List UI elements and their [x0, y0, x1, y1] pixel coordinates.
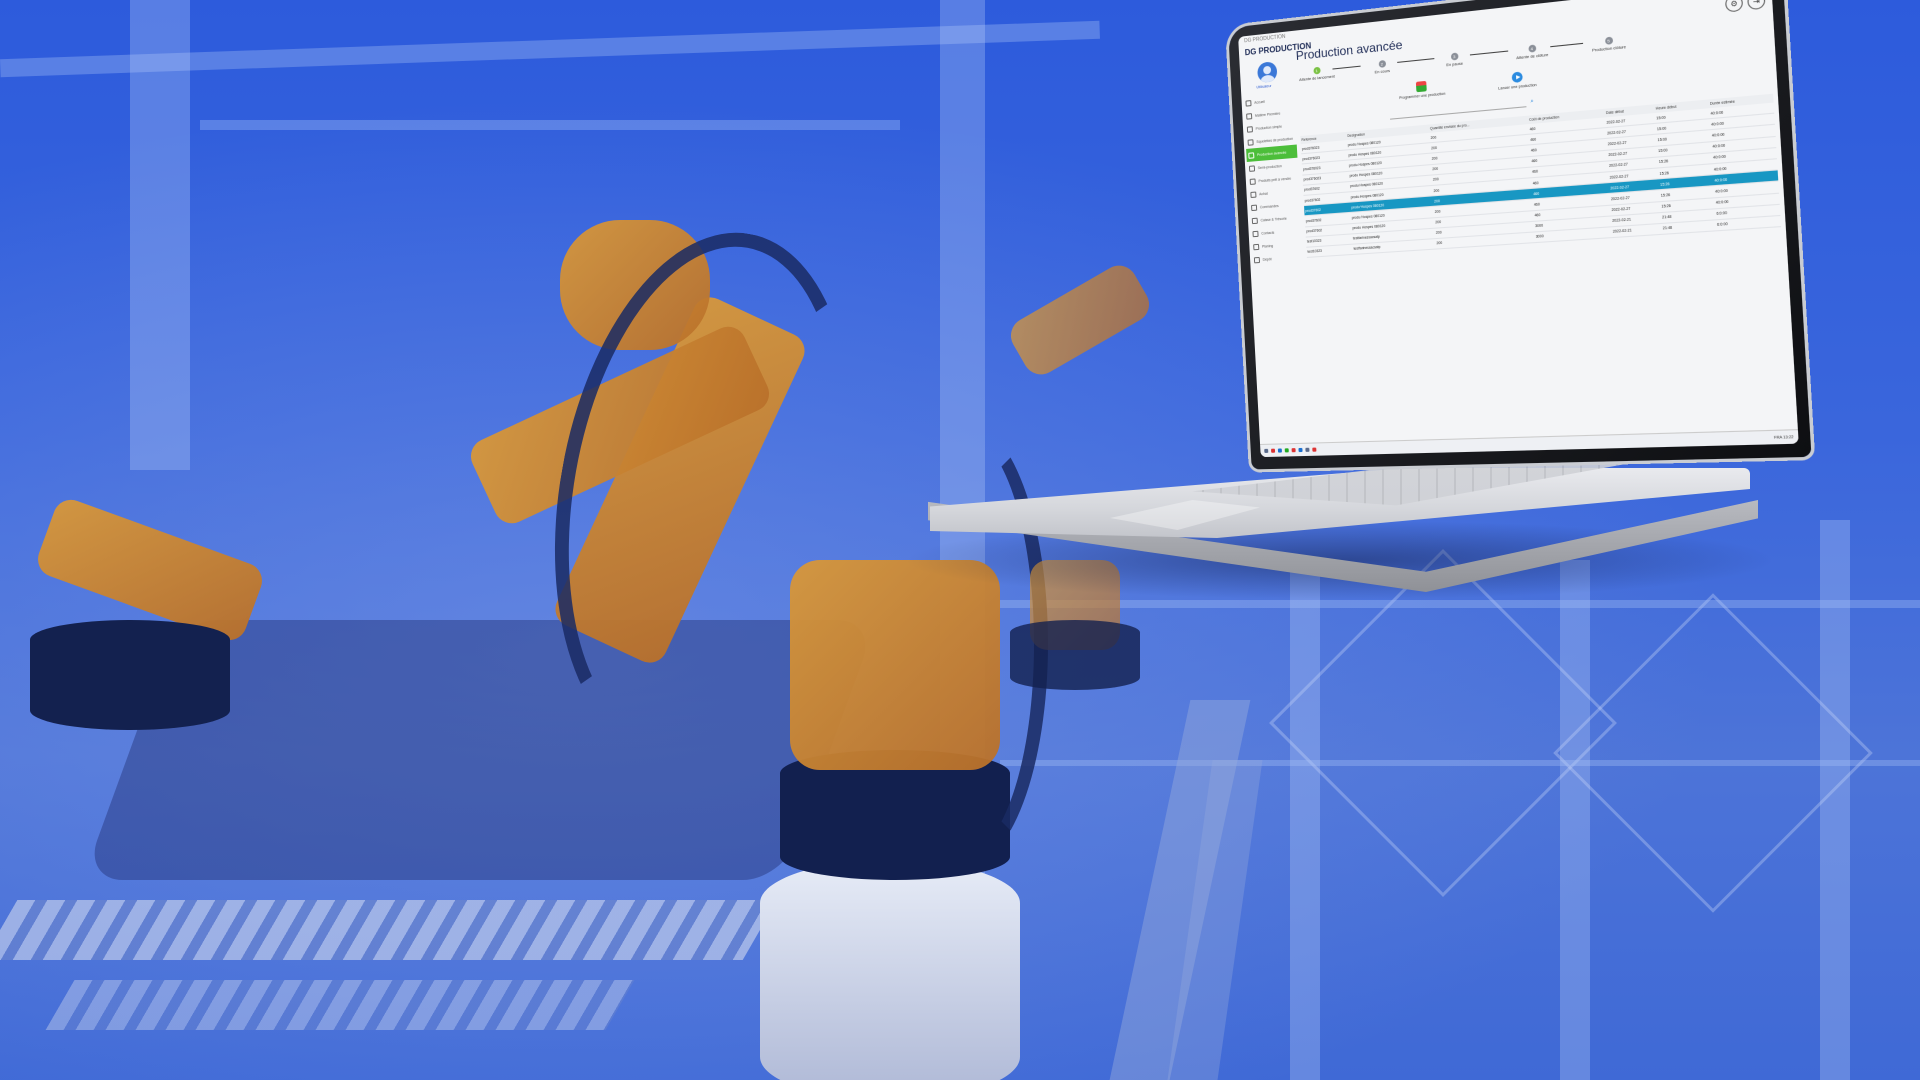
main-content: Production avancée ⚙ ⇥ 1 Attente de lance…: [1295, 0, 1793, 441]
sidebar-nav: Accueil Matière Première Production simp…: [1243, 92, 1303, 267]
conveyor-rail: [46, 980, 635, 1030]
sidebar-item-label: Planing: [1262, 243, 1273, 248]
play-icon: [1248, 152, 1254, 159]
sidebar-item-label: Matière Première: [1255, 111, 1281, 117]
table-cell: 2022-02-21: [1611, 223, 1662, 237]
step-label: En cours: [1352, 67, 1413, 77]
sidebar-item-label: Production simple: [1256, 124, 1282, 130]
avatar[interactable]: [1257, 61, 1278, 83]
user-name: Utilisateur: [1256, 84, 1271, 90]
taskbar-clock[interactable]: FRA 13:22: [1774, 435, 1794, 440]
scaffold-rail: [1000, 600, 1920, 608]
table-body: prod376023 produ Hospes 080120 200 460 2022-…: [1301, 103, 1781, 258]
laptop-lid: DG PRODUCTION — ▢ ✕ DG PRODUCTION Utilis…: [1228, 0, 1812, 469]
list-icon: [1251, 204, 1257, 210]
app-icon[interactable]: [1285, 448, 1289, 452]
scaffold-rail: [1000, 760, 1920, 766]
play-icon: [1511, 71, 1522, 83]
pillar: [1560, 560, 1590, 1080]
cart-icon: [1250, 191, 1256, 197]
sidebar-item-label: Dépôt: [1263, 257, 1272, 262]
step-number: 5: [1604, 37, 1612, 45]
step-number: 2: [1378, 60, 1386, 68]
step-number: 3: [1450, 53, 1458, 61]
app-icon[interactable]: [1312, 448, 1316, 452]
conveyor-rail: [0, 900, 777, 960]
search-icon[interactable]: ⌕: [1530, 98, 1533, 105]
laptop-screen: DG PRODUCTION — ▢ ✕ DG PRODUCTION Utilis…: [1238, 0, 1799, 457]
gear-icon: ⚙: [1730, 0, 1738, 8]
sidebar-item-label: Squelettes de production: [1256, 136, 1293, 143]
gear-icon: [1249, 165, 1255, 172]
step-number: 4: [1528, 45, 1536, 53]
warehouse-icon: [1254, 256, 1260, 262]
calendar-icon: [1416, 81, 1427, 92]
launch-production-label: Lancer une production: [1498, 83, 1537, 91]
app-icon[interactable]: [1278, 448, 1282, 452]
contact-icon: [1252, 230, 1258, 236]
window-title: DG PRODUCTION: [1244, 34, 1286, 45]
play-icon: [1247, 126, 1253, 133]
launch-production-button[interactable]: Lancer une production: [1497, 70, 1536, 91]
top-icons: ⚙ ⇥: [1725, 0, 1766, 13]
step-en-cours[interactable]: 2 En cours: [1351, 57, 1413, 77]
program-production-label: Programmer une production: [1399, 92, 1446, 101]
step-attente-lancement[interactable]: 1 Attente de lancement: [1287, 64, 1347, 83]
robot-pedestal: [760, 860, 1020, 1080]
home-icon: [1245, 100, 1251, 107]
sidebar-item-label: Commandes: [1260, 203, 1279, 208]
production-table: Reference Designation Quantité envisée d…: [1300, 94, 1781, 258]
logout-icon: ⇥: [1753, 0, 1760, 6]
step-production-cloture[interactable]: 5 Production clôture: [1575, 34, 1643, 55]
table-cell: test10323: [1306, 244, 1353, 257]
sidebar-item-label: Production avancée: [1257, 150, 1286, 157]
step-label: En pause: [1423, 59, 1486, 70]
sidebar-item-depot[interactable]: Dépôt: [1252, 250, 1303, 266]
robot-base-left: [30, 620, 230, 730]
sidebar-item-label: Achat: [1259, 191, 1268, 196]
robot-base-back: [1010, 620, 1140, 690]
ceiling-beam: [200, 120, 900, 130]
settings-button[interactable]: ⚙: [1725, 0, 1743, 13]
program-production-button[interactable]: Programmer une production: [1398, 79, 1445, 100]
box-icon: [1246, 113, 1252, 120]
sidebar-item-label: Accueil: [1254, 99, 1265, 104]
robot-arm-back: [1004, 259, 1155, 381]
pillar: [1290, 560, 1320, 1080]
start-icon[interactable]: [1264, 449, 1268, 453]
step-en-pause[interactable]: 3 En pause: [1423, 50, 1487, 70]
step-attente-cloture[interactable]: 4 Attente de clôture: [1499, 42, 1565, 62]
pillar: [130, 0, 190, 470]
step-label: Attente de clôture: [1500, 51, 1565, 62]
step-label: Production clôture: [1576, 43, 1643, 54]
app-icon[interactable]: [1271, 449, 1275, 453]
chart-icon: [1250, 178, 1256, 185]
sidebar-item-label: Semi-production: [1258, 164, 1282, 170]
cash-icon: [1252, 217, 1258, 223]
step-label: Attente de lancement: [1287, 73, 1347, 83]
app-icon[interactable]: [1305, 448, 1309, 452]
step-number: 1: [1313, 67, 1320, 75]
calendar-icon: [1253, 243, 1259, 249]
sidebar-item-label: Produits prêt à vendre: [1258, 176, 1291, 183]
logout-button[interactable]: ⇥: [1747, 0, 1766, 10]
sidebar-item-label: Contacts: [1261, 230, 1274, 235]
table-cell: 21:48: [1661, 220, 1716, 235]
app-icon[interactable]: [1292, 448, 1296, 452]
gear-icon: [1248, 139, 1254, 146]
sidebar-item-label: Caisse & Trésorie: [1261, 216, 1287, 222]
app-icon[interactable]: [1298, 448, 1302, 452]
